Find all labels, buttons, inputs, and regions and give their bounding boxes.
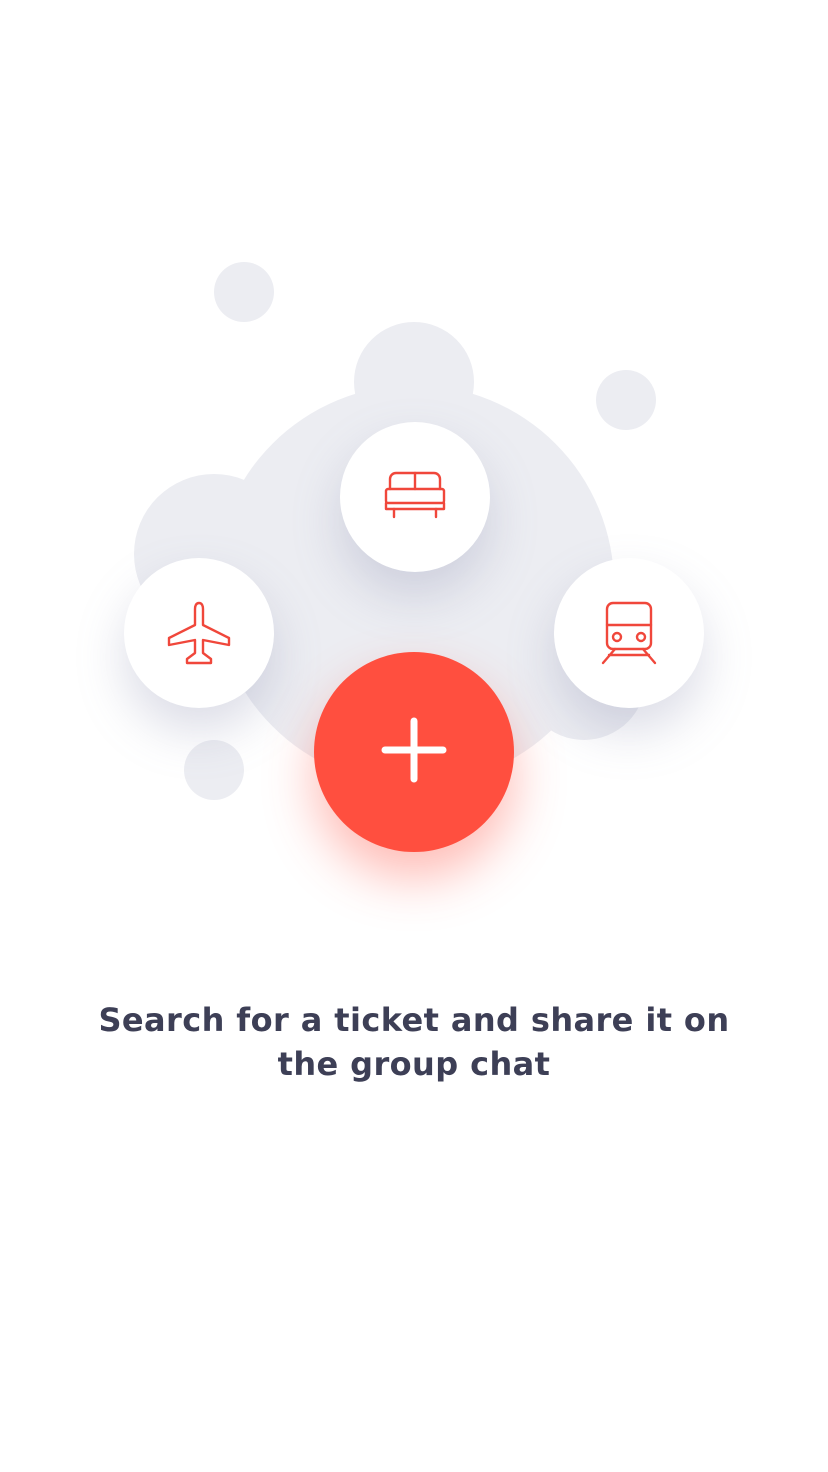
add-button[interactable] bbox=[314, 652, 514, 852]
hotel-option-button[interactable] bbox=[340, 422, 490, 572]
train-option-button[interactable] bbox=[554, 558, 704, 708]
airplane-icon bbox=[167, 601, 231, 665]
train-icon bbox=[601, 601, 657, 665]
empty-state-message: Search for a ticket and share it on the … bbox=[98, 1001, 730, 1083]
decor-bubble bbox=[214, 262, 274, 322]
decor-bubble bbox=[184, 740, 244, 800]
decor-bubble bbox=[596, 370, 656, 430]
bed-icon bbox=[384, 471, 446, 523]
flight-option-button[interactable] bbox=[124, 558, 274, 708]
plus-icon bbox=[381, 717, 447, 787]
